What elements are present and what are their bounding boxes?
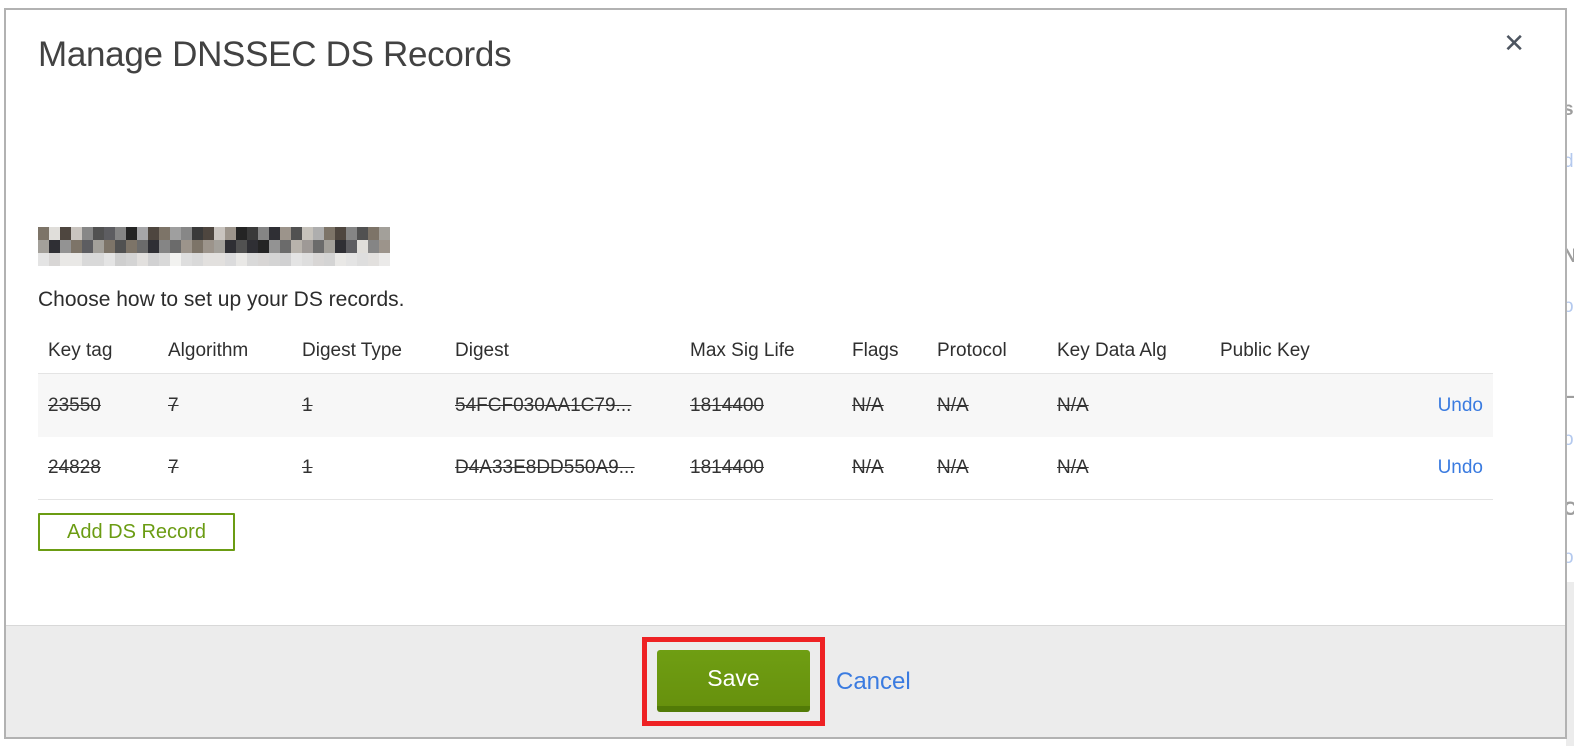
background-text-fragment: L	[1566, 382, 1574, 403]
dnssec-ds-records-dialog: ✕ Manage DNSSEC DS Records Choose how to…	[4, 8, 1567, 739]
highlight-annotation-box: Save	[642, 637, 825, 726]
cell-value: N/A	[1057, 457, 1089, 478]
column-header: Algorithm	[168, 340, 249, 361]
redacted-domain-name	[38, 227, 390, 266]
cell-value: 23550	[48, 394, 101, 416]
column-header: Key Data Alg	[1057, 340, 1167, 361]
background-text-fragment: o	[1566, 429, 1574, 450]
table-row: 24828 7 1 D4A33E8DD550A9... 1814400 N/A N/A N/A…	[38, 437, 1493, 500]
close-icon[interactable]: ✕	[1503, 30, 1525, 56]
cell-value: N/A	[937, 457, 969, 478]
background-text-fragment: s	[1566, 99, 1574, 120]
cell-value: 1	[302, 457, 313, 478]
column-header: Key tag	[48, 340, 113, 361]
column-header: Flags	[852, 340, 899, 361]
cell-value: N/A	[852, 394, 884, 416]
undo-link[interactable]: Undo	[1438, 395, 1483, 416]
background-text-fragment: C	[1566, 499, 1574, 520]
cancel-link[interactable]: Cancel	[836, 668, 911, 696]
background-text-fragment: o	[1566, 296, 1574, 317]
table-row: 23550 7 1 54FCF030AA1C79... 1814400 N/A N/A N/A…	[38, 374, 1493, 437]
background-text-fragment: d	[1566, 151, 1574, 172]
cell-value: 1814400	[690, 394, 764, 416]
background-page-sliver: s d No Lo Co	[1566, 0, 1574, 746]
save-button[interactable]: Save	[657, 650, 810, 712]
cell-value: 1	[302, 394, 313, 416]
ds-records-table: Key tag Algorithm Digest Type Digest Max Sig…	[38, 329, 1493, 500]
cell-value: N/A	[852, 457, 884, 478]
cell-value: D4A33E8DD550A9...	[455, 457, 635, 478]
background-footer-fragment	[1566, 582, 1574, 746]
dialog-title: Manage DNSSEC DS Records	[38, 35, 512, 74]
column-header: Public Key	[1220, 340, 1310, 361]
column-header: Protocol	[937, 340, 1007, 361]
add-ds-record-button[interactable]: Add DS Record	[38, 513, 235, 551]
background-text-fragment: N	[1566, 246, 1574, 267]
column-header: Digest	[455, 340, 509, 361]
dialog-footer: Save Cancel	[6, 625, 1565, 737]
cell-value: N/A	[937, 394, 969, 416]
instruction-text: Choose how to set up your DS records.	[38, 288, 405, 311]
background-text-fragment: o	[1566, 547, 1574, 568]
column-header: Digest Type	[302, 340, 402, 361]
column-header: Max Sig Life	[690, 340, 795, 361]
cell-value: 7	[168, 457, 179, 478]
cell-value: 1814400	[690, 457, 764, 478]
cell-value: 24828	[48, 457, 101, 478]
dialog-body: ✕ Manage DNSSEC DS Records Choose how to…	[6, 10, 1565, 625]
undo-link[interactable]: Undo	[1438, 457, 1483, 478]
cell-value: N/A	[1057, 394, 1089, 416]
cell-value: 7	[168, 394, 179, 416]
table-header-row: Key tag Algorithm Digest Type Digest Max Sig…	[38, 329, 1493, 374]
cell-value: 54FCF030AA1C79...	[455, 394, 632, 416]
